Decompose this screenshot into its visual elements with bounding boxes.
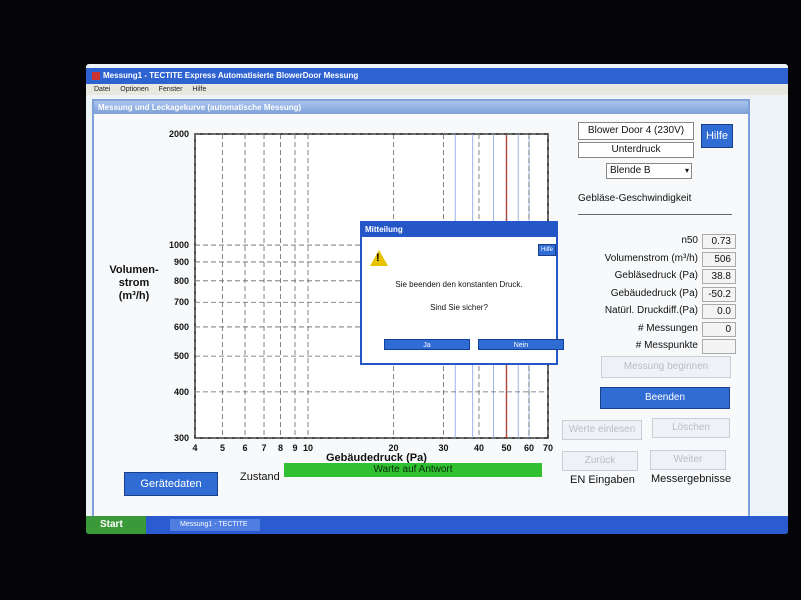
- back-button[interactable]: Zurück: [562, 451, 638, 471]
- x-tick-label: 8: [278, 443, 283, 453]
- results-label: Messergebnisse: [651, 473, 732, 485]
- y-tick-label: 300: [174, 433, 189, 443]
- chevron-down-icon: ▾: [684, 166, 689, 175]
- reading-value: 506: [702, 251, 736, 267]
- x-tick-label: 50: [501, 443, 511, 453]
- x-tick-label: 7: [262, 443, 267, 453]
- reading-value: [702, 339, 736, 354]
- dialog-help-button[interactable]: Hilfe: [538, 244, 556, 256]
- y-tick-label: 400: [174, 387, 189, 397]
- y-tick-label: 1000: [169, 240, 189, 250]
- state-label: Zustand: [240, 471, 280, 483]
- dialog-message: Sie beenden den konstanten Druck.: [395, 280, 523, 289]
- reading-value: 0.73: [702, 234, 736, 249]
- y-tick-label: 600: [174, 322, 189, 332]
- x-tick-label: 10: [303, 443, 313, 453]
- yes-button[interactable]: Ja: [384, 339, 470, 350]
- y-tick-label: 900: [174, 257, 189, 267]
- dialog-question: Sind Sie sicher?: [430, 303, 488, 312]
- device-box: Blower Door 4 (230V): [578, 122, 694, 140]
- reading-label: n50: [681, 235, 698, 246]
- reading-value: 38.8: [702, 269, 736, 284]
- y-tick-label: 800: [174, 276, 189, 286]
- y-tick-label: 2000: [169, 129, 189, 139]
- read-values-button[interactable]: Werte einlesen: [562, 420, 642, 440]
- x-tick-label: 70: [543, 443, 553, 453]
- warning-icon: !: [370, 250, 388, 266]
- device-data-button[interactable]: Gerätedaten: [124, 472, 218, 496]
- reading-label: Volumenstrom (m³/h): [604, 252, 698, 264]
- y-tick-label: 500: [174, 351, 189, 361]
- pressure-mode-box: Unterdruck: [578, 142, 694, 158]
- delete-button[interactable]: Löschen: [652, 418, 730, 438]
- x-tick-label: 4: [192, 443, 197, 453]
- end-button[interactable]: Beenden: [600, 387, 730, 409]
- x-tick-label: 5: [220, 443, 225, 453]
- reading-label: Natürl. Druckdiff.(Pa): [604, 305, 698, 316]
- blende-value: Blende B: [610, 165, 651, 176]
- fan-speed-divider: [578, 214, 732, 215]
- x-tick-label: 30: [438, 443, 448, 453]
- help-button[interactable]: Hilfe: [701, 124, 733, 148]
- confirm-dialog: Mitteilung Hilfe ! Sie beenden den konst…: [360, 221, 564, 365]
- reading-label: # Messungen: [637, 322, 698, 334]
- reading-value: 0.0: [702, 304, 736, 319]
- start-measurement-button[interactable]: Messung beginnen: [601, 356, 731, 378]
- reading-value: 0: [702, 321, 736, 337]
- reading-label: # Messpunkte: [635, 340, 698, 351]
- reading-label: Gebläsedruck (Pa): [614, 270, 698, 281]
- y-tick-label: 700: [174, 297, 189, 307]
- x-tick-label: 40: [474, 443, 484, 453]
- x-tick-label: 9: [293, 443, 298, 453]
- blende-select[interactable]: Blende B ▾: [606, 163, 692, 179]
- x-tick-label: 6: [242, 443, 247, 453]
- dialog-title: Mitteilung: [362, 223, 556, 237]
- no-button[interactable]: Nein: [478, 339, 564, 350]
- reading-label: Gebäudedruck (Pa): [610, 287, 698, 299]
- next-button[interactable]: Weiter: [650, 450, 726, 470]
- status-bar: Warte auf Antwort: [284, 463, 542, 477]
- x-tick-label: 60: [524, 443, 534, 453]
- reading-value: -50.2: [702, 286, 736, 302]
- fan-speed-label: Gebläse-Geschwindigkeit: [578, 193, 692, 204]
- en-inputs-label: EN Eingaben: [570, 474, 635, 486]
- y-axis-label: Volumen-strom (m³/h): [109, 264, 159, 302]
